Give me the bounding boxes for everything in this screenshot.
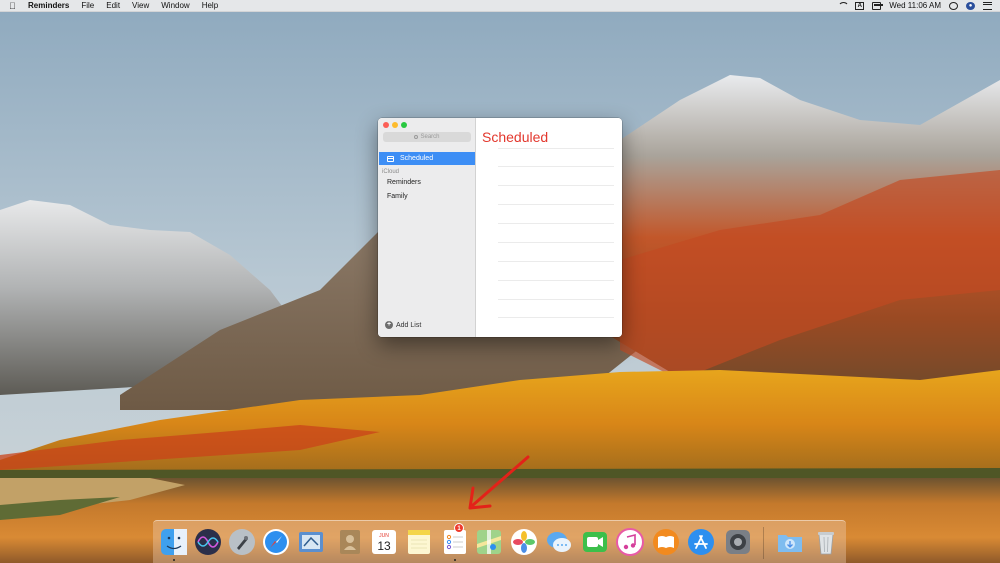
reminders-icon (444, 530, 466, 554)
dock-ibooks[interactable] (651, 527, 681, 557)
system-preferences-icon (726, 530, 750, 554)
running-indicator (454, 559, 456, 561)
launchpad-icon (229, 529, 255, 555)
mail-icon (299, 532, 323, 552)
dock: JUN 13 1 (153, 520, 846, 563)
itunes-icon (616, 528, 644, 556)
dock-safari[interactable] (261, 527, 291, 557)
dock-notes[interactable] (404, 527, 434, 557)
notes-icon (408, 530, 430, 554)
running-indicator (173, 559, 175, 561)
safari-icon (263, 529, 289, 555)
annotation-arrow (468, 455, 530, 510)
dock-calendar[interactable]: JUN 13 (369, 527, 399, 557)
app-store-icon (688, 529, 714, 555)
dock-siri[interactable] (193, 527, 223, 557)
dock-itunes[interactable] (615, 527, 645, 557)
dock-separator (763, 527, 764, 559)
trash-icon (818, 532, 834, 555)
maps-icon (477, 530, 501, 554)
downloads-folder-icon (778, 535, 802, 552)
finder-icon (161, 529, 187, 555)
notification-badge: 1 (454, 523, 464, 533)
dock-reminders[interactable]: 1 (440, 523, 470, 557)
contacts-icon (340, 530, 360, 554)
ibooks-icon (653, 529, 679, 555)
dock-messages[interactable] (544, 527, 574, 557)
calendar-day: 13 (377, 539, 391, 553)
dock-app-store[interactable] (686, 527, 716, 557)
dock-system-preferences[interactable] (723, 527, 753, 557)
photos-icon (511, 529, 537, 555)
dock-maps[interactable] (474, 527, 504, 557)
dock-photos[interactable] (509, 527, 539, 557)
dock-facetime[interactable] (580, 527, 610, 557)
siri-icon (195, 529, 221, 555)
dock-launchpad[interactable] (227, 527, 257, 557)
dock-mail[interactable] (296, 527, 326, 557)
dock-downloads[interactable] (775, 527, 805, 557)
calendar-icon: JUN 13 (372, 530, 396, 554)
dock-trash[interactable] (811, 527, 841, 557)
facetime-icon (583, 532, 607, 552)
messages-icon (547, 532, 571, 552)
dock-finder[interactable] (159, 527, 189, 557)
dock-contacts[interactable] (335, 527, 365, 557)
